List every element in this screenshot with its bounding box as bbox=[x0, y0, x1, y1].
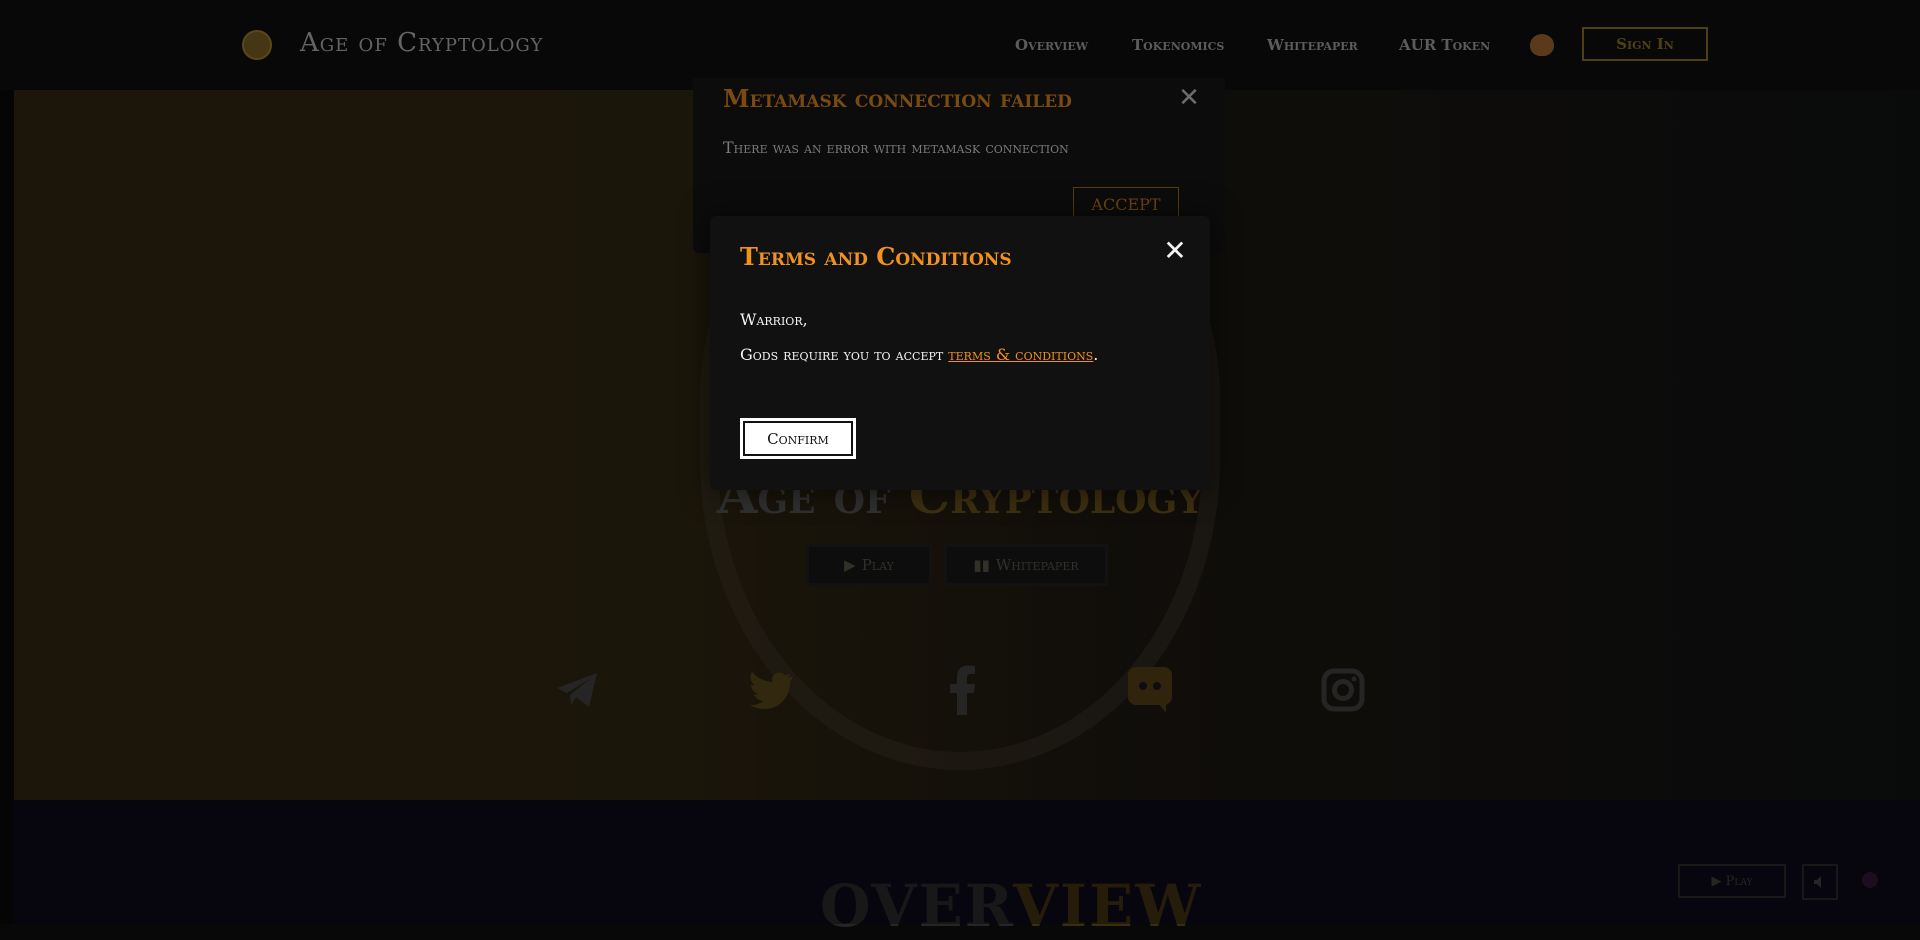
close-icon[interactable]: ✕ bbox=[1177, 85, 1201, 111]
terms-message-prefix: Gods require you to accept bbox=[740, 345, 949, 364]
terms-greeting: Warrior, bbox=[740, 310, 808, 329]
metamask-modal-message: There was an error with metamask connect… bbox=[723, 138, 1069, 157]
terms-link[interactable]: terms & conditions bbox=[948, 345, 1093, 364]
metamask-modal-title: Metamask connection failed bbox=[723, 84, 1072, 113]
close-icon[interactable]: ✕ bbox=[1162, 237, 1188, 265]
terms-modal: Terms and Conditions ✕ Warrior, Gods req… bbox=[710, 216, 1210, 490]
confirm-button-label: Confirm bbox=[743, 421, 853, 456]
terms-message-suffix: . bbox=[1093, 345, 1099, 364]
terms-message: Gods require you to accept terms & condi… bbox=[740, 345, 1098, 364]
terms-modal-title: Terms and Conditions bbox=[740, 242, 1012, 271]
confirm-button[interactable]: Confirm bbox=[740, 418, 856, 459]
